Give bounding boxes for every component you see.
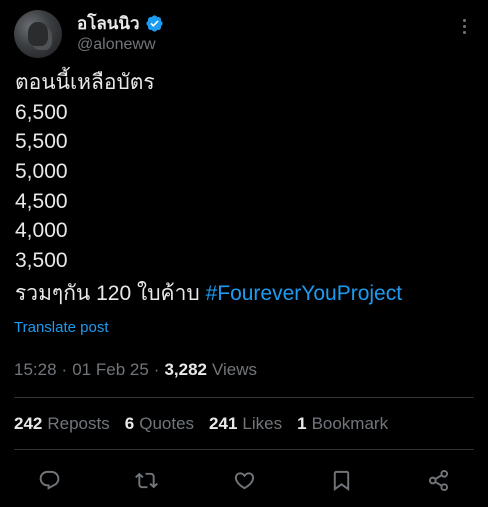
stat-label: Bookmark [311,414,389,433]
reply-icon[interactable] [31,462,67,498]
translate-post-link[interactable]: Translate post [14,319,109,336]
action-bar [14,462,474,498]
engagement-stats: 242 Reposts 6 Quotes 241 Likes 1 Bookmar… [14,414,403,434]
post-final-text: รวมๆกัน 120 ใบค้าบ [15,281,206,305]
stat-likes[interactable]: 241 Likes [209,414,282,434]
post-line: 4,500 [15,189,68,213]
stat-reposts[interactable]: 242 Reposts [14,414,110,434]
post-line: ตอนนี้เหลือบัตร [15,71,155,94]
author-name-row: อโลนนิว [77,10,164,37]
post-text: ตอนนี้เหลือบัตร 6,500 5,500 5,000 4,500 … [15,68,475,309]
stat-number: 6 [124,414,135,433]
post-time[interactable]: 15:28 [14,360,57,380]
more-options-icon[interactable] [454,14,474,38]
post-line: 4,000 [15,219,68,243]
meta-separator: · [153,360,160,379]
post-header: อโลนนิว @aloneww [14,8,474,58]
divider [14,397,474,398]
post-date[interactable]: 01 Feb 25 [72,360,149,380]
stat-number: 241 [209,414,238,433]
meta-separator: · [61,360,68,379]
stat-label: Quotes [139,414,195,433]
author-display-name[interactable]: อโลนนิว [77,10,140,37]
divider [14,449,474,450]
post-line: 5,500 [15,130,68,154]
post-meta: 15:28 · 01 Feb 25 · 3,282 Views [14,360,257,380]
stat-label: Likes [242,414,283,433]
post-line: 3,500 [15,249,68,273]
stat-number: 242 [14,414,43,433]
stat-number: 1 [297,414,307,433]
author-handle[interactable]: @aloneww [77,36,156,54]
post-line: 5,000 [15,160,68,184]
verified-badge-icon [145,15,163,32]
views-count: 3,282 [164,360,207,379]
avatar[interactable] [14,10,62,58]
post-line: 6,500 [15,100,68,124]
like-icon[interactable] [226,462,262,498]
bookmark-icon[interactable] [323,462,359,498]
views-label: Views [212,360,258,379]
stat-quotes[interactable]: 6 Quotes [125,414,194,434]
stat-bookmarks[interactable]: 1 Bookmark [297,414,388,434]
post-line-final: รวมๆกัน 120 ใบค้าบ #FoureverYouProject [15,279,475,309]
share-icon[interactable] [420,462,456,498]
stat-label: Reposts [47,414,110,433]
hashtag-link[interactable]: #FoureverYouProject [206,282,403,305]
repost-icon[interactable] [128,462,164,498]
